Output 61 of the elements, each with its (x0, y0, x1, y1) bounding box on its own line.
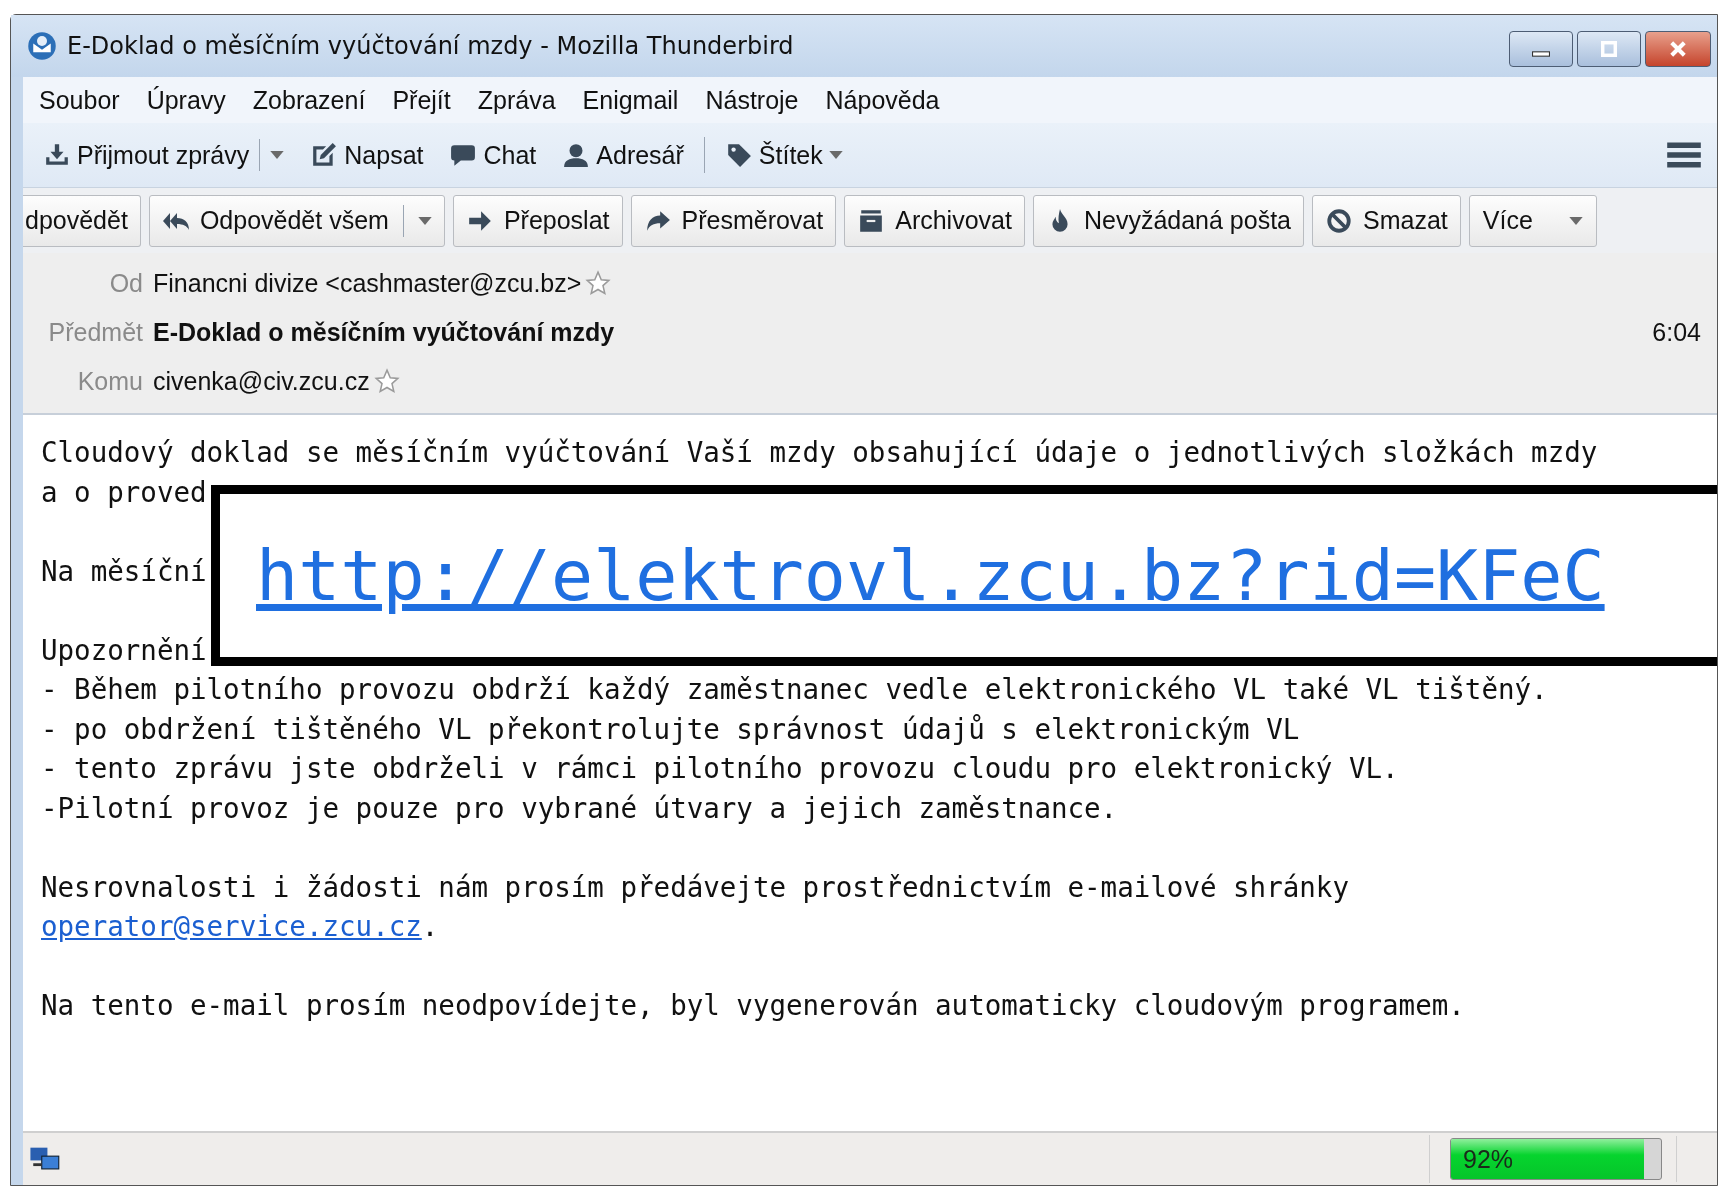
email-address[interactable]: civenka@civ.zcu.cz (153, 366, 370, 396)
message-action-button[interactable]: dpovědět (23, 194, 141, 247)
pencil-icon (310, 142, 339, 168)
menu-icon[interactable] (1667, 141, 1701, 169)
caret-icon (1568, 216, 1583, 225)
body-text: Na tento e-mail prosím neodpovídejte, byl vygenerován automaticky cloudovým programem. (41, 988, 1465, 1023)
menu-item[interactable]: Přejít (392, 85, 451, 115)
person-icon (562, 142, 591, 168)
toolbar-button[interactable]: Napsat (304, 140, 430, 170)
body-text: Nesrovnalosti i žádosti nám prosím předávejte prostřednictvím e-mailové shránky (41, 869, 1349, 905)
menu-item[interactable]: Soubor (39, 85, 120, 115)
caret-icon (828, 151, 843, 159)
maximize-icon (1598, 41, 1620, 57)
menu-item[interactable]: Nástroje (705, 85, 799, 115)
header-label: Předmět (47, 317, 143, 347)
body-text: -Pilotní provoz je pouze pro vybrané útvary a jejich zaměstnance. (41, 790, 1118, 826)
maximize-button[interactable] (1577, 31, 1641, 67)
body-text: - Během pilotního provozu obdrží každý zaměstnanec vedle elektronického VL také VL tištěný. (41, 672, 1548, 707)
window-title: E-Doklad o měsíčním vyúčtování mzdy - Mozilla Thunderbird (67, 32, 794, 60)
message-action-button[interactable]: Nevyžádaná pošta (1032, 194, 1305, 247)
email-link[interactable]: operator@service.zcu.cz (41, 910, 422, 942)
caret-icon (417, 216, 432, 225)
subject-text: E-Doklad o měsíčním vyúčtování mzdy (153, 317, 615, 347)
menu-item[interactable]: Zobrazení (252, 85, 366, 115)
header-label: Komu (76, 366, 143, 396)
body-text: Na měsíční (41, 553, 207, 589)
app-logo-icon (27, 31, 57, 61)
message-action-button[interactable]: Odpovědět všem (148, 194, 445, 247)
minimize-button[interactable] (1509, 31, 1573, 67)
menu-item[interactable]: Nápověda (825, 85, 940, 115)
body-text: a o proved (41, 474, 207, 510)
message-action-button[interactable]: Smazat (1312, 194, 1461, 247)
body-text: - po obdržení tištěného VL překontrolujte správnost údajů s elektronickým VL (41, 711, 1300, 747)
minimize-icon (1532, 51, 1550, 57)
caret-icon (270, 151, 285, 159)
message-time: 6:04 (1652, 317, 1701, 347)
toolbar-button[interactable]: Chat (443, 140, 543, 170)
prohibited-icon (1325, 207, 1354, 234)
message-action-button[interactable]: Více (1468, 194, 1597, 247)
toolbar-button[interactable]: Adresář (556, 140, 690, 170)
toolbar-button[interactable]: Štítek (718, 140, 849, 170)
body-text: Cloudový doklad se měsíčním vyúčtování Vaší mzdy obsahující údaje o jednotlivých složkách mzdy (41, 435, 1598, 470)
message-action-button[interactable]: Přeposlat (452, 194, 623, 247)
body-text: Upozornění (41, 632, 207, 668)
message-action-button[interactable]: Přesměrovat (630, 194, 837, 247)
speech-bubble-icon (449, 142, 478, 168)
header-label: Od (108, 268, 143, 298)
message-action-button[interactable]: Archivovat (844, 194, 1025, 247)
star-icon[interactable] (373, 368, 400, 394)
body-text: - tento zprávu jste obdrželi v rámci pilotního provozu cloudu pro elektronický VL. (41, 751, 1399, 786)
menu-item[interactable]: Zpráva (477, 85, 556, 115)
url-link[interactable]: http://elektrovl.zcu.bz?rid=KFeC (256, 534, 1605, 617)
zoom-reading: 92% (1462, 1144, 1514, 1174)
menu-item[interactable]: Úpravy (146, 85, 226, 115)
download-icon (43, 142, 71, 168)
toolbar-button[interactable]: Přijmout zprávy (37, 139, 291, 171)
menu-item[interactable]: Enigmail (582, 85, 679, 115)
star-icon[interactable] (585, 270, 612, 296)
close-button[interactable] (1645, 31, 1711, 67)
body-text: . (421, 910, 439, 942)
email-address[interactable]: Financni divize <cashmaster@zcu.bz> (153, 268, 582, 298)
